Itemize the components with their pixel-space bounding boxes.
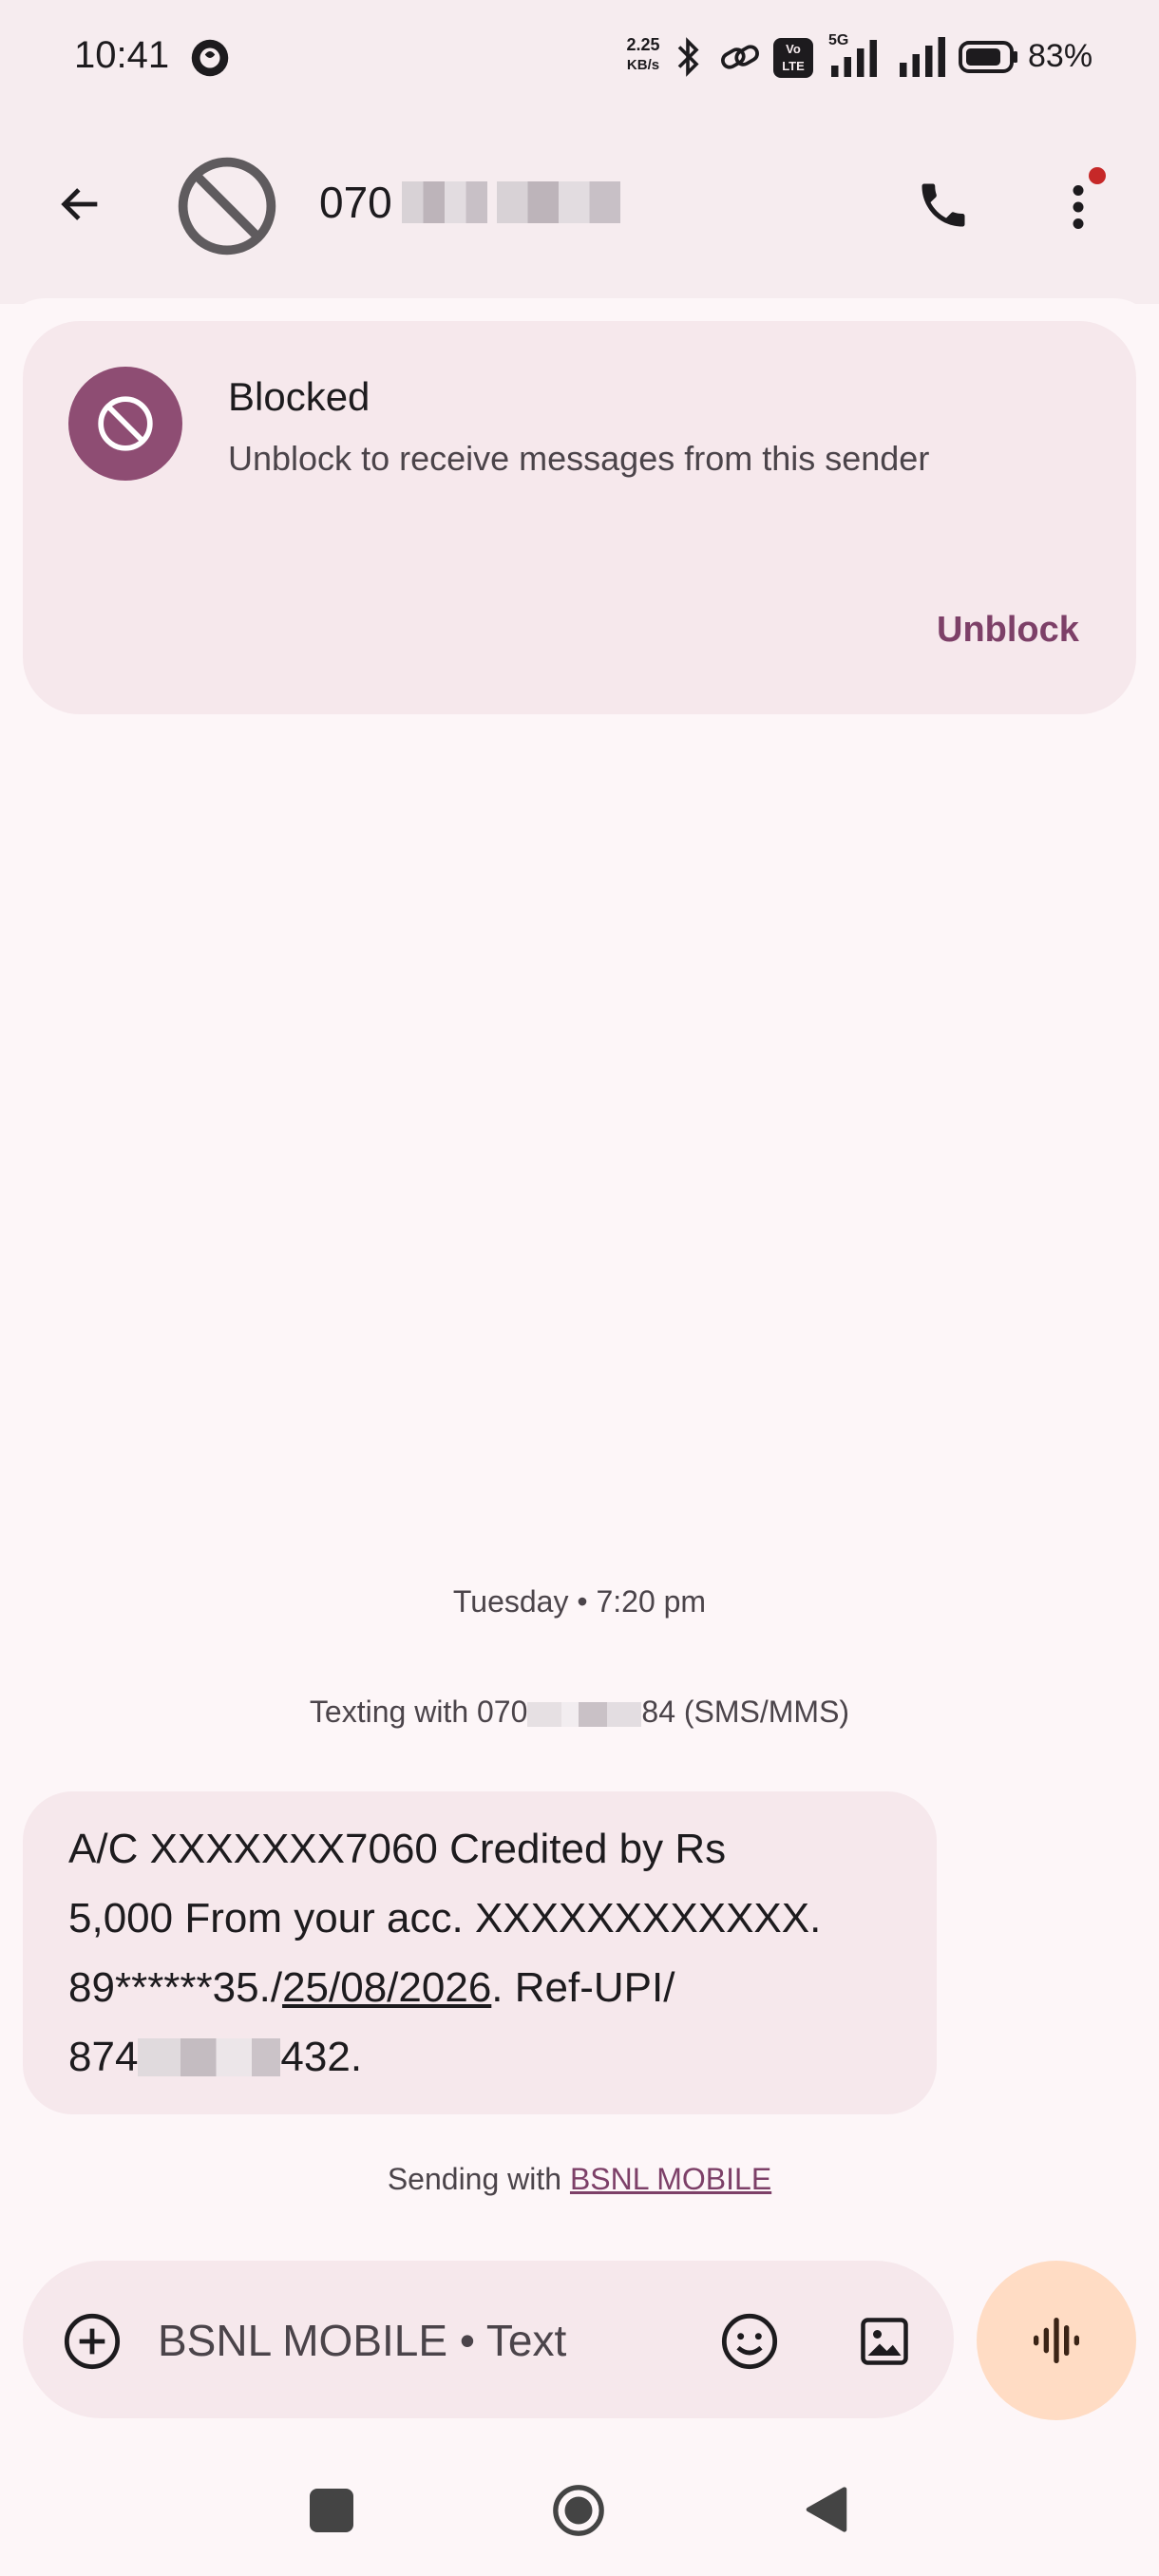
- contact-name: 070: [319, 177, 620, 228]
- back-triangle-icon[interactable]: [804, 2485, 849, 2534]
- volte-badge: Vo LTE: [773, 38, 813, 78]
- emoji-icon: [721, 2313, 778, 2370]
- gallery-button[interactable]: [849, 2306, 920, 2377]
- redacted-digits: [138, 2038, 281, 2076]
- link-icon: [721, 45, 759, 69]
- battery-percent: 83%: [1028, 38, 1093, 74]
- texting-with-info: Texting with 070 84 (SMS/MMS): [309, 1695, 850, 1729]
- status-time: 10:41: [74, 34, 170, 76]
- redacted-digits: [527, 1701, 642, 1727]
- battery-icon: [959, 41, 1017, 73]
- signal-strength-icon: [831, 40, 877, 77]
- more-vert-icon: [1073, 185, 1084, 229]
- add-circle-icon: [64, 2313, 121, 2370]
- sim-selector-link[interactable]: BSNL MOBILE: [570, 2162, 771, 2196]
- blocked-title: Blocked: [228, 374, 370, 419]
- message-text: A/C XXXXXXX7060 Credited by Rs 5,000 Fro…: [68, 1826, 822, 2080]
- recents-square-icon[interactable]: [310, 2489, 353, 2532]
- back-arrow-icon: [61, 188, 98, 220]
- unblock-button[interactable]: Unblock: [922, 604, 1094, 656]
- sending-with-info: Sending with BSNL MOBILE: [387, 2162, 772, 2196]
- notification-dot: [1089, 167, 1106, 184]
- voice-message-button[interactable]: [977, 2261, 1136, 2420]
- network-speed: 2.25 KB/s: [626, 35, 660, 73]
- message-timestamp: Tuesday • 7:20 pm: [452, 1584, 707, 1619]
- message-input[interactable]: [158, 2310, 690, 2371]
- image-icon: [861, 2318, 908, 2365]
- blocked-subtitle: Unblock to receive messages from this se…: [228, 439, 930, 478]
- home-circle-icon[interactable]: [551, 2483, 606, 2538]
- date-link[interactable]: 25/08/2026: [282, 1964, 491, 2011]
- waveform-icon: [1034, 2318, 1079, 2363]
- attach-button[interactable]: [57, 2306, 127, 2377]
- phone-icon: [922, 183, 965, 227]
- back-button[interactable]: [48, 171, 114, 237]
- call-button[interactable]: [907, 169, 979, 241]
- redacted-digits: [496, 181, 620, 223]
- app-notification-icon: [191, 39, 229, 77]
- block-icon: [98, 396, 153, 451]
- redacted-digits: [401, 181, 487, 223]
- blocked-avatar-icon: [178, 157, 276, 256]
- blocked-badge: [68, 367, 182, 481]
- bluetooth-icon: [677, 37, 699, 77]
- emoji-button[interactable]: [714, 2306, 785, 2377]
- signal-strength-2-icon: [900, 37, 945, 77]
